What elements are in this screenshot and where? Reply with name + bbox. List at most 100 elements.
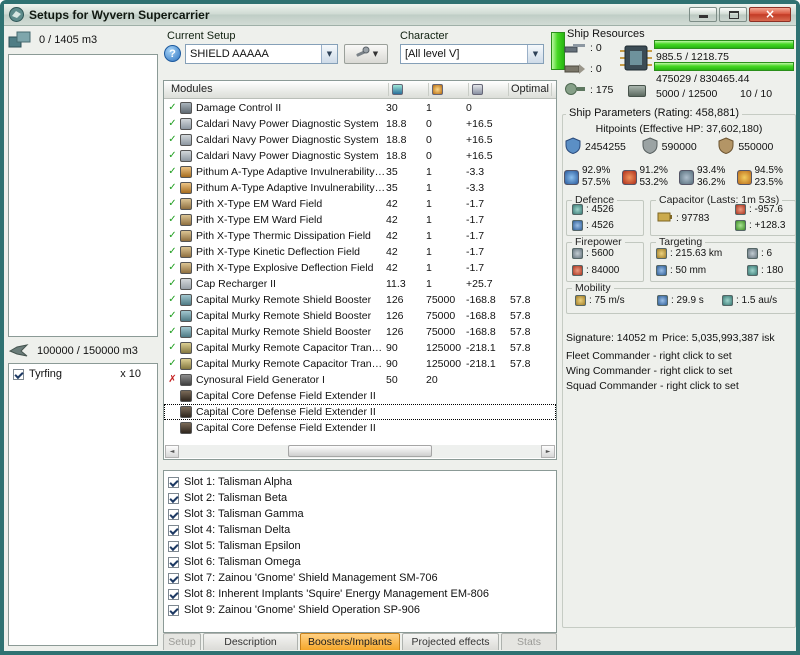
tab-boosters-implants[interactable]: Boosters/Implants xyxy=(300,633,400,650)
setup-tools-button[interactable]: ▼ xyxy=(344,44,388,64)
resource-slot-row: : 175 xyxy=(564,81,613,99)
module-name: Capital Murky Remote Shield Booster xyxy=(196,310,372,322)
close-button[interactable]: × xyxy=(749,7,791,22)
module-row[interactable]: ✗ Cynosural Field Generator I 50 20 xyxy=(164,372,556,388)
implants-list[interactable]: Slot 1: Talisman Alpha Slot 2: Talisman B… xyxy=(163,470,557,633)
module-row[interactable]: ✓ Pithum A-Type Adaptive Invulnerability … xyxy=(164,164,556,180)
module-row[interactable]: ✓ Pith X-Type EM Ward Field 42 1 -1.7 xyxy=(164,212,556,228)
module-row[interactable]: ✓ Capital Murky Remote Capacitor Transmit… xyxy=(164,340,556,356)
checkbox-checked-icon[interactable] xyxy=(168,492,179,504)
implant-row[interactable]: Slot 1: Talisman Alpha xyxy=(164,474,556,490)
squad-commander-slot[interactable]: Squad Commander - right click to set xyxy=(566,380,739,392)
implant-row[interactable]: Slot 4: Talisman Delta xyxy=(164,522,556,538)
checkbox-checked-icon[interactable] xyxy=(168,508,179,520)
implant-row[interactable]: Slot 5: Talisman Epsilon xyxy=(164,538,556,554)
drone-list-item[interactable]: Tyrfing x 10 xyxy=(9,366,157,382)
module-row[interactable]: ✓ Capital Murky Remote Shield Booster 126 7… xyxy=(164,292,556,308)
module-pg-value: 125000 xyxy=(426,358,462,370)
module-row[interactable]: ✓ Damage Control II 30 1 0 xyxy=(164,100,556,116)
scrollbar-track[interactable] xyxy=(179,445,541,458)
fleet-commander-slot[interactable]: Fleet Commander - right click to set xyxy=(566,350,732,362)
scroll-right-button[interactable]: ► xyxy=(541,445,555,458)
module-row[interactable]: Capital Core Defense Field Extender II xyxy=(164,420,556,436)
module-name: Capital Murky Remote Capacitor Transmit.… xyxy=(196,342,386,354)
module-row[interactable]: ✓ Capital Murky Remote Shield Booster 126 7… xyxy=(164,324,556,340)
module-fitted-check-icon: ✓ xyxy=(168,134,177,145)
module-row[interactable]: ✓ Cap Recharger II 11.3 1 +25.7 xyxy=(164,276,556,292)
character-combobox[interactable]: [All level V] ▼ xyxy=(400,44,544,64)
module-name: Capital Core Defense Field Extender II xyxy=(196,406,376,418)
chevron-down-icon[interactable]: ▼ xyxy=(527,45,543,63)
hitpoints-row: 2454255 590000 550000 xyxy=(564,137,794,157)
checkbox-checked-icon[interactable] xyxy=(168,572,179,584)
module-row[interactable]: Capital Core Defense Field Extender II xyxy=(164,388,556,404)
modules-header-row[interactable]: Modules Optimal xyxy=(164,81,556,99)
help-button[interactable]: ? xyxy=(164,45,181,62)
minimize-button[interactable] xyxy=(689,7,717,22)
capacitor-column-icon[interactable] xyxy=(472,84,483,95)
implant-row[interactable]: Slot 6: Talisman Omega xyxy=(164,554,556,570)
module-cpu-value: 126 xyxy=(386,310,404,322)
module-optimal-value: 57.8 xyxy=(510,310,531,322)
module-cap-value xyxy=(466,388,510,404)
modules-column-header[interactable]: Modules xyxy=(171,83,213,95)
modules-list[interactable]: ✓ Damage Control II 30 1 0 ✓ Caldari Navy Powe… xyxy=(164,100,556,445)
maximize-button[interactable] xyxy=(719,7,747,22)
module-row[interactable]: ✓ Caldari Navy Power Diagnostic System 18.… xyxy=(164,132,556,148)
module-row[interactable]: ✓ Pith X-Type EM Ward Field 42 1 -1.7 xyxy=(164,196,556,212)
implant-label: Slot 8: Inherent Implants 'Squire' Energ… xyxy=(184,588,490,600)
powergrid-column-icon[interactable] xyxy=(432,84,443,95)
module-row[interactable]: ✓ Pithum A-Type Adaptive Invulnerability … xyxy=(164,180,556,196)
module-name: Pith X-Type EM Ward Field xyxy=(196,214,323,226)
module-name: Capital Murky Remote Shield Booster xyxy=(196,294,372,306)
titlebar[interactable]: Setups for Wyvern Supercarrier × xyxy=(4,4,796,26)
checkbox-checked-icon[interactable] xyxy=(168,588,179,600)
horizontal-scrollbar[interactable]: ◄ ► xyxy=(165,445,555,458)
module-row[interactable]: ✓ Pith X-Type Kinetic Deflection Field 42 1… xyxy=(164,244,556,260)
module-row[interactable]: ✓ Caldari Navy Power Diagnostic System 18.… xyxy=(164,116,556,132)
client-area: 0 / 1405 m3 100000 / 150000 m3 Tyrfing x … xyxy=(4,26,796,651)
tab-description[interactable]: Description xyxy=(203,633,298,650)
wing-commander-slot[interactable]: Wing Commander - right click to set xyxy=(566,365,732,377)
dps-icon xyxy=(572,265,583,276)
cpu-column-icon[interactable] xyxy=(392,84,403,95)
module-fitted-check-icon: ✓ xyxy=(168,294,177,305)
scroll-left-button[interactable]: ◄ xyxy=(165,445,179,458)
checkbox-checked-icon[interactable] xyxy=(168,604,179,616)
implant-row[interactable]: Slot 2: Talisman Beta xyxy=(164,490,556,506)
implant-row[interactable]: Slot 9: Zainou 'Gnome' Shield Operation … xyxy=(164,602,556,618)
module-row[interactable]: ✓ Caldari Navy Power Diagnostic System 18.… xyxy=(164,148,556,164)
drones-active-text: 10 / 10 xyxy=(740,88,773,100)
module-row[interactable]: Capital Core Defense Field Extender II xyxy=(164,404,556,420)
setup-combobox[interactable]: SHIELD AAAAA ▼ xyxy=(185,44,338,64)
implant-row[interactable]: Slot 7: Zainou 'Gnome' Shield Management… xyxy=(164,570,556,586)
module-row[interactable]: ✓ Capital Murky Remote Capacitor Transmit… xyxy=(164,356,556,372)
mobility-group: Mobility : 75 m/s : 29.9 s : 1.5 au/s xyxy=(566,282,796,314)
eft-window: Setups for Wyvern Supercarrier × 0 / 140… xyxy=(0,0,800,655)
tab-projected-effects[interactable]: Projected effects xyxy=(402,633,499,650)
module-row[interactable]: ✓ Pith X-Type Thermic Dissipation Field 42… xyxy=(164,228,556,244)
ship-resources-panel: : 0: 0: 175 985.5 / 1218.75 475029 / 830… xyxy=(564,39,796,105)
optimal-column-header[interactable]: Optimal xyxy=(511,83,549,95)
module-row[interactable]: ✓ Pith X-Type Explosive Deflection Field 4… xyxy=(164,260,556,276)
implant-row[interactable]: Slot 8: Inherent Implants 'Squire' Energ… xyxy=(164,586,556,602)
module-row[interactable]: ✓ Capital Murky Remote Shield Booster 126 7… xyxy=(164,308,556,324)
checkbox-checked-icon[interactable] xyxy=(168,476,179,488)
checkbox-checked-icon[interactable] xyxy=(168,540,179,552)
scrollbar-thumb[interactable] xyxy=(287,445,433,457)
checkbox-checked-icon[interactable] xyxy=(168,524,179,536)
module-cap-value: +16.5 xyxy=(466,150,493,162)
checkbox-checked-icon[interactable] xyxy=(13,368,24,380)
module-pg-value: 1 xyxy=(426,214,432,226)
module-pg-value: 1 xyxy=(426,166,432,178)
module-cpu-value: 18.8 xyxy=(386,118,407,130)
module-name: Pith X-Type EM Ward Field xyxy=(196,198,323,210)
implant-row[interactable]: Slot 3: Talisman Gamma xyxy=(164,506,556,522)
module-fitted-check-icon: ✓ xyxy=(168,230,177,241)
module-fitted-check-icon: ✓ xyxy=(168,262,177,273)
chevron-down-icon[interactable]: ▼ xyxy=(321,45,337,63)
max-targets-value: : 6 xyxy=(761,248,773,259)
checkbox-checked-icon[interactable] xyxy=(168,556,179,568)
cargo-list[interactable] xyxy=(8,54,158,337)
drone-list[interactable]: Tyrfing x 10 xyxy=(8,363,158,646)
